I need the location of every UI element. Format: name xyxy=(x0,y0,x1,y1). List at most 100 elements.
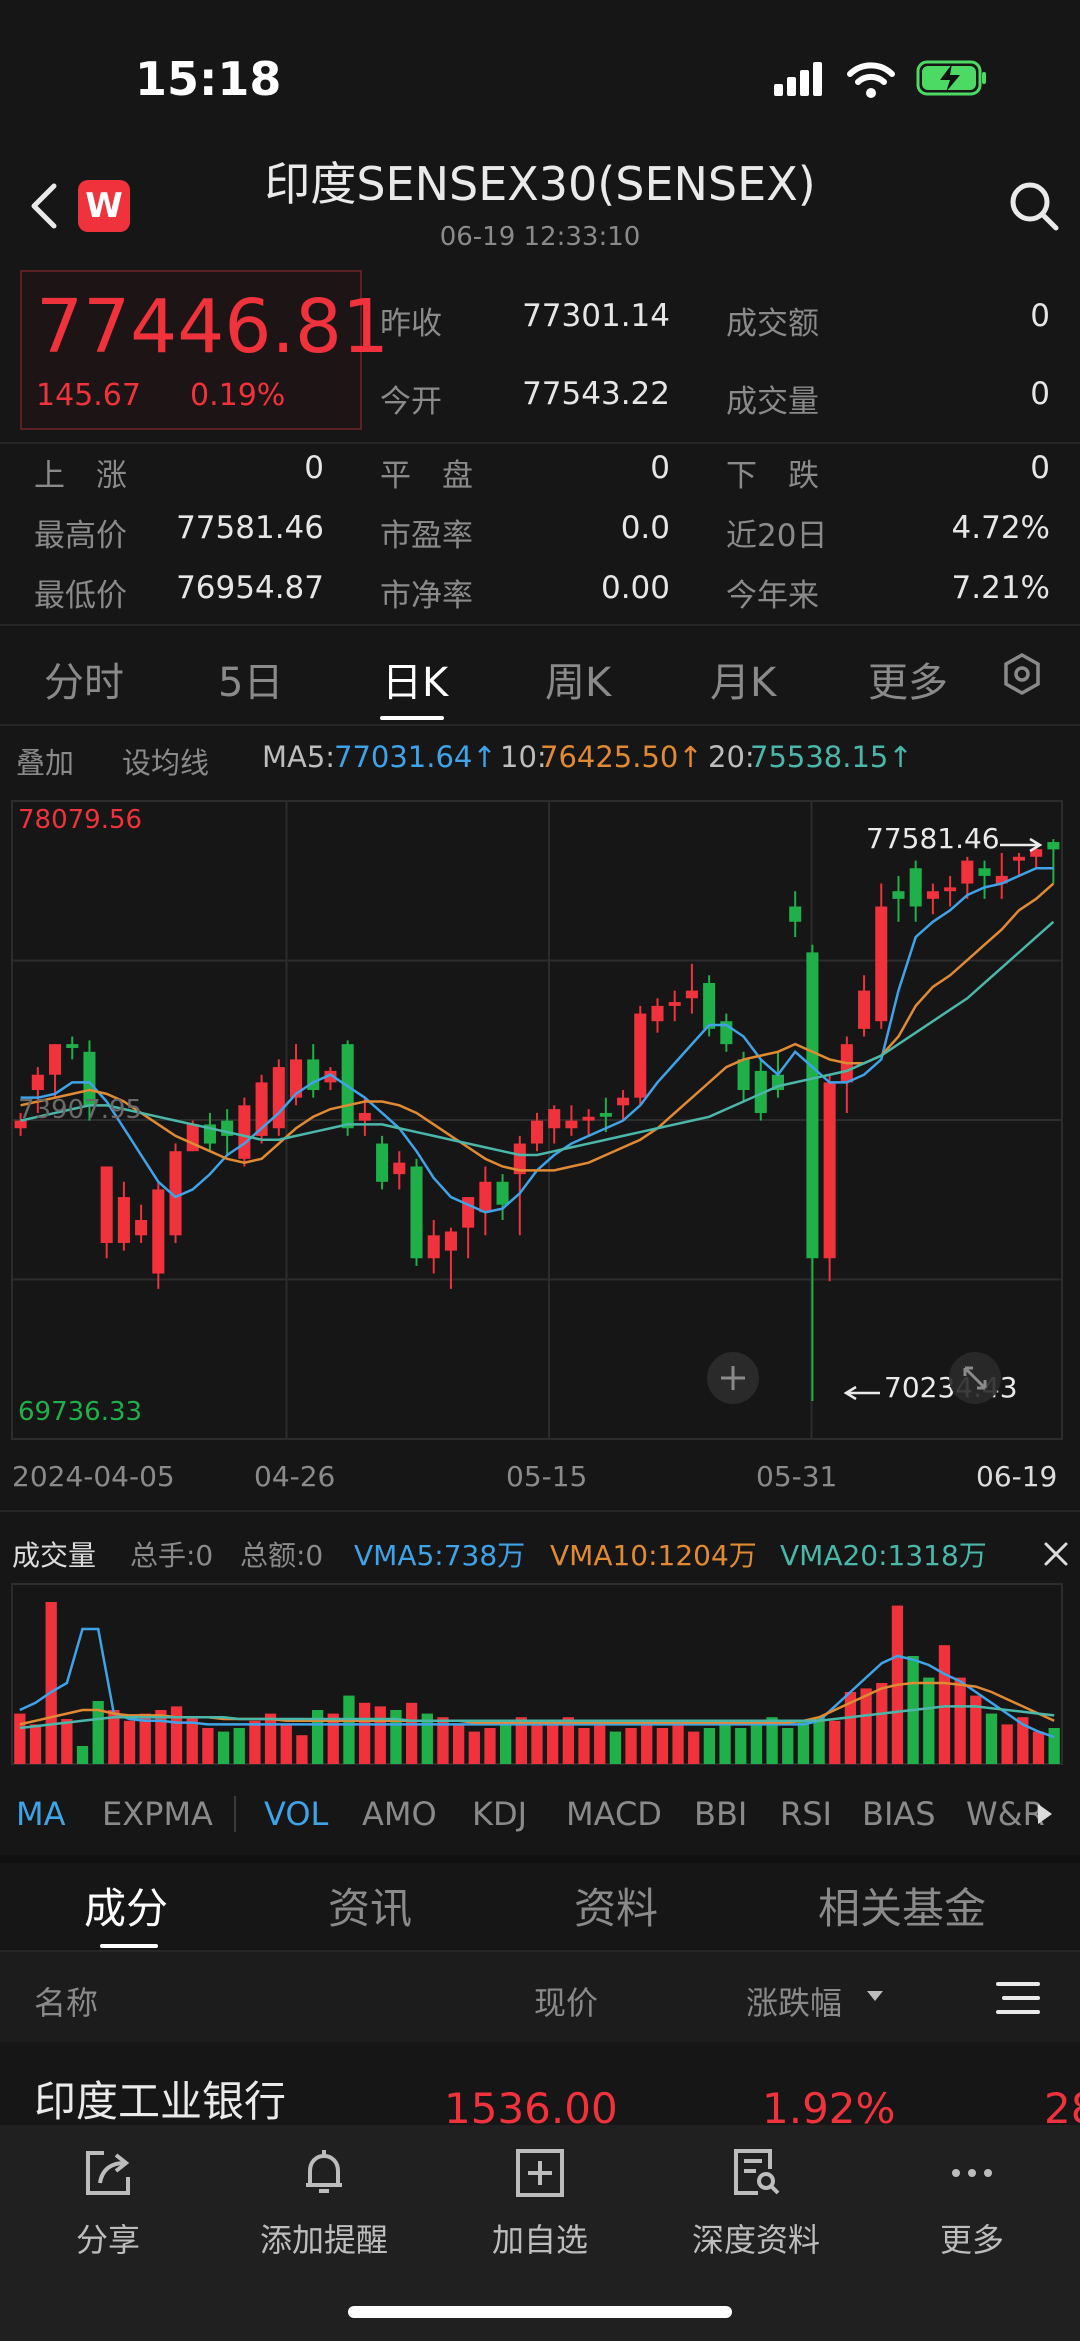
divider xyxy=(0,1855,1080,1863)
column-change[interactable]: 涨跌幅 xyxy=(746,1978,842,2024)
list-menu-icon[interactable] xyxy=(996,1980,1040,2016)
volume-bar xyxy=(217,1731,230,1764)
candle-body xyxy=(703,982,716,1029)
indicator-tab-bias[interactable]: BIAS xyxy=(862,1795,936,1833)
volume-bar xyxy=(29,1724,42,1764)
scroll-right-icon[interactable] xyxy=(1034,1802,1054,1826)
vma10-value: VMA10:1204万 xyxy=(550,1539,757,1572)
tab-daily-k[interactable]: 日K xyxy=(382,650,448,708)
x-tick-label: 05-15 xyxy=(506,1460,588,1493)
indicator-tab-vol[interactable]: VOL xyxy=(264,1795,328,1833)
volume-bar xyxy=(656,1728,669,1764)
candle-body xyxy=(858,990,871,1029)
candle-body xyxy=(926,891,939,899)
candle-body xyxy=(272,1067,285,1129)
candle-body xyxy=(152,1189,165,1274)
tab-related-funds[interactable]: 相关基金 xyxy=(818,1875,986,1936)
search-icon[interactable] xyxy=(1006,178,1060,232)
volume-value: 0 xyxy=(1030,376,1050,412)
overlay-button[interactable]: 叠加 xyxy=(16,740,74,782)
indicator-tab-macd[interactable]: MACD xyxy=(566,1795,662,1833)
tab-profile[interactable]: 资料 xyxy=(574,1875,658,1936)
candle-body xyxy=(358,1112,371,1121)
tab-5day[interactable]: 5日 xyxy=(218,650,283,708)
volume-bar xyxy=(797,1720,810,1764)
fullscreen-icon[interactable] xyxy=(949,1352,1001,1404)
tab-news[interactable]: 资讯 xyxy=(328,1875,412,1936)
indicator-tab-kdj[interactable]: KDJ xyxy=(472,1795,527,1833)
volume-bar xyxy=(233,1728,245,1764)
sort-desc-icon[interactable] xyxy=(866,1990,884,2002)
volume-bar xyxy=(750,1724,763,1764)
page-title: 印度SENSEX30(SENSEX) xyxy=(264,157,816,211)
volume-bar xyxy=(374,1706,386,1764)
indicator-tab-expma[interactable]: EXPMA xyxy=(102,1795,213,1833)
volume-bar xyxy=(578,1728,590,1764)
price-change: 145.67 xyxy=(36,378,141,413)
deep-data-button[interactable]: 深度资料 xyxy=(666,2145,846,2261)
chart-settings-icon[interactable] xyxy=(1000,652,1044,696)
close-icon[interactable] xyxy=(1042,1540,1070,1568)
zoom-in-icon[interactable] xyxy=(707,1352,759,1404)
candle-body xyxy=(135,1220,148,1236)
indicator-tab-amo[interactable]: AMO xyxy=(362,1795,437,1833)
column-price[interactable]: 现价 xyxy=(534,1978,598,2024)
volume-bar xyxy=(280,1724,292,1764)
volume-bar xyxy=(782,1728,794,1764)
tab-weekly-k[interactable]: 周K xyxy=(545,650,611,708)
stock-name[interactable]: 印度工业银行 xyxy=(34,2068,286,2129)
volume-bar xyxy=(358,1702,371,1764)
volume-bar xyxy=(405,1702,418,1764)
total-hands: 总手:0 xyxy=(130,1539,214,1572)
indicator-tab-ma[interactable]: MA xyxy=(16,1795,66,1833)
share-button[interactable]: 分享 xyxy=(18,2145,198,2261)
indicator-tab-rsi[interactable]: RSI xyxy=(780,1795,832,1833)
candle-body xyxy=(634,1013,647,1098)
price-box: 77446.81 145.67 0.19% xyxy=(20,270,389,430)
volume-bar xyxy=(672,1724,684,1764)
flat-count-value: 0 xyxy=(650,450,670,486)
candle-body xyxy=(410,1166,423,1259)
add-alert-button[interactable]: 添加提醒 xyxy=(234,2145,414,2261)
deep-data-label: 深度资料 xyxy=(691,2221,820,2259)
indicator-tab-bbi[interactable]: BBI xyxy=(694,1795,747,1833)
volume-chart[interactable] xyxy=(0,1578,1080,1770)
candle-body xyxy=(66,1044,79,1048)
candle-body xyxy=(617,1097,630,1106)
ma10-value: 76425.50↑ xyxy=(540,740,703,774)
d20-label: 近20日 xyxy=(726,518,828,554)
more-button[interactable]: 更多 xyxy=(882,2145,1062,2261)
volume-bar xyxy=(594,1724,606,1764)
document-search-icon xyxy=(734,2149,780,2195)
price-change-pct: 0.19% xyxy=(190,378,286,413)
candle-body xyxy=(530,1120,544,1144)
divider xyxy=(234,1796,236,1832)
volume-bar xyxy=(14,1713,26,1764)
candle-body xyxy=(548,1109,561,1129)
set-ma-button[interactable]: 设均线 xyxy=(122,740,209,782)
column-name: 名称 xyxy=(34,1984,99,2022)
candle-body xyxy=(978,868,991,876)
volume-bar xyxy=(938,1645,951,1764)
bell-icon xyxy=(306,2150,342,2193)
candle-body xyxy=(599,1112,612,1117)
add-watchlist-button[interactable]: 加自选 xyxy=(450,2145,630,2261)
high-value: 77581.46 xyxy=(176,510,324,546)
tab-more[interactable]: 更多 xyxy=(868,650,948,708)
more-label: 更多 xyxy=(939,2221,1004,2259)
kline-chart[interactable]: 78079.56 73907.95 69736.33 77581.46 7023… xyxy=(0,795,1080,1445)
d20-value: 4.72% xyxy=(951,510,1050,546)
tab-intraday[interactable]: 分时 xyxy=(44,650,124,708)
candle-body xyxy=(49,1044,62,1075)
prev-close-label: 昨收 xyxy=(380,306,442,342)
tab-monthly-k[interactable]: 月K xyxy=(710,650,776,708)
active-tab-indicator xyxy=(380,716,444,720)
status-time: 15:18 xyxy=(135,52,282,106)
plus-square-icon xyxy=(516,2149,564,2197)
add-watchlist-label: 加自选 xyxy=(491,2221,588,2259)
candle-body xyxy=(393,1162,406,1175)
prev-close-value: 77301.14 xyxy=(522,298,670,334)
tab-constituents[interactable]: 成分 xyxy=(84,1875,168,1936)
x-tick-label: 05-31 xyxy=(756,1460,838,1493)
volume-bar xyxy=(876,1683,888,1764)
